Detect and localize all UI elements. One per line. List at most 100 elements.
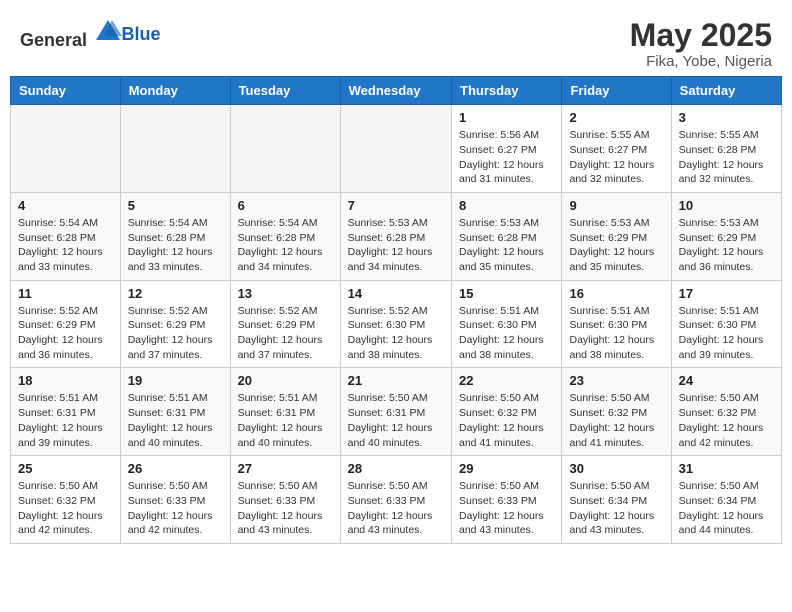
day-number: 4: [18, 198, 113, 213]
calendar-cell: 2Sunrise: 5:55 AM Sunset: 6:27 PM Daylig…: [562, 105, 671, 193]
day-info: Sunrise: 5:51 AM Sunset: 6:30 PM Dayligh…: [679, 304, 774, 363]
day-number: 8: [459, 198, 554, 213]
day-info: Sunrise: 5:50 AM Sunset: 6:33 PM Dayligh…: [238, 479, 333, 538]
day-number: 22: [459, 373, 554, 388]
day-info: Sunrise: 5:54 AM Sunset: 6:28 PM Dayligh…: [128, 216, 223, 275]
day-number: 30: [569, 461, 663, 476]
day-number: 28: [348, 461, 444, 476]
day-info: Sunrise: 5:54 AM Sunset: 6:28 PM Dayligh…: [238, 216, 333, 275]
calendar-cell: 26 Sunrise: 5:50 AM Sunset: 6:33 PM Dayli…: [120, 456, 230, 544]
calendar-cell: 29 Sunrise: 5:50 AM Sunset: 6:33 PM Dayli…: [452, 456, 562, 544]
logo-blue: Blue: [122, 24, 161, 44]
calendar-cell: 23 Sunrise: 5:50 AM Sunset: 6:32 PM Dayli…: [562, 368, 671, 456]
calendar-cell: [11, 105, 121, 193]
day-info: Sunrise: 5:50 AM Sunset: 6:33 PM Dayligh…: [459, 479, 554, 538]
day-info: Sunrise: 5:54 AM Sunset: 6:28 PM Dayligh…: [18, 216, 113, 275]
calendar-week-row: 1 Sunrise: 5:56 AM Sunset: 6:27 PM Daylig…: [11, 105, 782, 193]
day-info: Sunrise: 5:50 AM Sunset: 6:31 PM Dayligh…: [348, 391, 444, 450]
day-info: Sunrise: 5:52 AM Sunset: 6:29 PM Dayligh…: [238, 304, 333, 363]
calendar-header-thursday: Thursday: [452, 77, 562, 105]
day-number: 15: [459, 286, 554, 301]
calendar-cell: 8 Sunrise: 5:53 AM Sunset: 6:28 PM Daylig…: [452, 192, 562, 280]
day-number: 21: [348, 373, 444, 388]
day-info: Sunrise: 5:53 AM Sunset: 6:29 PM Dayligh…: [679, 216, 774, 275]
day-info: Sunrise: 5:50 AM Sunset: 6:32 PM Dayligh…: [679, 391, 774, 450]
month-title: May 2025: [630, 18, 772, 53]
day-info: Sunrise: 5:51 AM Sunset: 6:30 PM Dayligh…: [459, 304, 554, 363]
day-number: 19: [128, 373, 223, 388]
page-header: General Blue May 2025 Fika, Yobe, Nigeri…: [10, 10, 782, 76]
calendar-cell: 21 Sunrise: 5:50 AM Sunset: 6:31 PM Dayli…: [340, 368, 451, 456]
calendar-week-row: 4 Sunrise: 5:54 AM Sunset: 6:28 PM Daylig…: [11, 192, 782, 280]
day-info: Sunrise: 5:50 AM Sunset: 6:34 PM Dayligh…: [679, 479, 774, 538]
calendar-header-sunday: Sunday: [11, 77, 121, 105]
day-number: 18: [18, 373, 113, 388]
calendar-header-row: SundayMondayTuesdayWednesdayThursdayFrid…: [11, 77, 782, 105]
day-number: 10: [679, 198, 774, 213]
day-info: Sunrise: 5:50 AM Sunset: 6:32 PM Dayligh…: [18, 479, 113, 538]
calendar-cell: [120, 105, 230, 193]
day-number: 2: [569, 110, 663, 125]
day-number: 29: [459, 461, 554, 476]
day-info: Sunrise: 5:53 AM Sunset: 6:28 PM Dayligh…: [459, 216, 554, 275]
day-number: 25: [18, 461, 113, 476]
day-info: Sunrise: 5:53 AM Sunset: 6:28 PM Dayligh…: [348, 216, 444, 275]
day-info: Sunrise: 5:51 AM Sunset: 6:30 PM Dayligh…: [569, 304, 663, 363]
calendar-cell: 12 Sunrise: 5:52 AM Sunset: 6:29 PM Dayli…: [120, 280, 230, 368]
location-title: Fika, Yobe, Nigeria: [630, 53, 772, 70]
logo-general: General: [20, 30, 87, 50]
day-info: Sunrise: 5:55 AM Sunset: 6:28 PM Dayligh…: [679, 128, 774, 187]
calendar-week-row: 11 Sunrise: 5:52 AM Sunset: 6:29 PM Dayli…: [11, 280, 782, 368]
day-number: 17: [679, 286, 774, 301]
day-number: 23: [569, 373, 663, 388]
day-number: 7: [348, 198, 444, 213]
day-info: Sunrise: 5:52 AM Sunset: 6:29 PM Dayligh…: [128, 304, 223, 363]
day-number: 1: [459, 110, 554, 125]
calendar-header-monday: Monday: [120, 77, 230, 105]
calendar-table: SundayMondayTuesdayWednesdayThursdayFrid…: [10, 76, 782, 544]
calendar-cell: 6 Sunrise: 5:54 AM Sunset: 6:28 PM Daylig…: [230, 192, 340, 280]
day-number: 3: [679, 110, 774, 125]
calendar-cell: 14Sunrise: 5:52 AM Sunset: 6:30 PM Dayli…: [340, 280, 451, 368]
calendar-cell: 28 Sunrise: 5:50 AM Sunset: 6:33 PM Dayli…: [340, 456, 451, 544]
title-block: May 2025 Fika, Yobe, Nigeria: [630, 18, 772, 70]
calendar-cell: 10 Sunrise: 5:53 AM Sunset: 6:29 PM Dayli…: [671, 192, 781, 280]
day-info: Sunrise: 5:56 AM Sunset: 6:27 PM Dayligh…: [459, 128, 554, 187]
day-info: Sunrise: 5:52 AM Sunset: 6:29 PM Dayligh…: [18, 304, 113, 363]
calendar-cell: 1 Sunrise: 5:56 AM Sunset: 6:27 PM Daylig…: [452, 105, 562, 193]
calendar-cell: 19Sunrise: 5:51 AM Sunset: 6:31 PM Dayli…: [120, 368, 230, 456]
day-number: 6: [238, 198, 333, 213]
day-number: 13: [238, 286, 333, 301]
day-number: 26: [128, 461, 223, 476]
day-info: Sunrise: 5:50 AM Sunset: 6:34 PM Dayligh…: [569, 479, 663, 538]
logo-icon: [94, 18, 122, 46]
day-number: 12: [128, 286, 223, 301]
calendar-cell: 9 Sunrise: 5:53 AM Sunset: 6:29 PM Daylig…: [562, 192, 671, 280]
day-number: 5: [128, 198, 223, 213]
calendar-cell: [230, 105, 340, 193]
day-info: Sunrise: 5:50 AM Sunset: 6:33 PM Dayligh…: [348, 479, 444, 538]
day-number: 24: [679, 373, 774, 388]
calendar-cell: 31 Sunrise: 5:50 AM Sunset: 6:34 PM Dayli…: [671, 456, 781, 544]
day-number: 11: [18, 286, 113, 301]
calendar-header-tuesday: Tuesday: [230, 77, 340, 105]
calendar-cell: 7 Sunrise: 5:53 AM Sunset: 6:28 PM Daylig…: [340, 192, 451, 280]
calendar-week-row: 18 Sunrise: 5:51 AM Sunset: 6:31 PM Dayli…: [11, 368, 782, 456]
calendar-cell: 3 Sunrise: 5:55 AM Sunset: 6:28 PM Daylig…: [671, 105, 781, 193]
day-number: 20: [238, 373, 333, 388]
day-info: Sunrise: 5:50 AM Sunset: 6:32 PM Dayligh…: [569, 391, 663, 450]
day-info: Sunrise: 5:50 AM Sunset: 6:33 PM Dayligh…: [128, 479, 223, 538]
day-number: 31: [679, 461, 774, 476]
calendar-cell: 27 Sunrise: 5:50 AM Sunset: 6:33 PM Dayli…: [230, 456, 340, 544]
calendar-cell: 4 Sunrise: 5:54 AM Sunset: 6:28 PM Daylig…: [11, 192, 121, 280]
day-info: Sunrise: 5:51 AM Sunset: 6:31 PM Dayligh…: [238, 391, 333, 450]
day-info: Sunrise: 5:53 AM Sunset: 6:29 PM Dayligh…: [569, 216, 663, 275]
day-number: 27: [238, 461, 333, 476]
day-info: Sunrise: 5:50 AM Sunset: 6:32 PM Dayligh…: [459, 391, 554, 450]
calendar-cell: 22 Sunrise: 5:50 AM Sunset: 6:32 PM Dayli…: [452, 368, 562, 456]
calendar-cell: 17 Sunrise: 5:51 AM Sunset: 6:30 PM Dayli…: [671, 280, 781, 368]
day-number: 9: [569, 198, 663, 213]
calendar-cell: 13 Sunrise: 5:52 AM Sunset: 6:29 PM Dayli…: [230, 280, 340, 368]
calendar-cell: 25 Sunrise: 5:50 AM Sunset: 6:32 PM Dayli…: [11, 456, 121, 544]
calendar-header-saturday: Saturday: [671, 77, 781, 105]
